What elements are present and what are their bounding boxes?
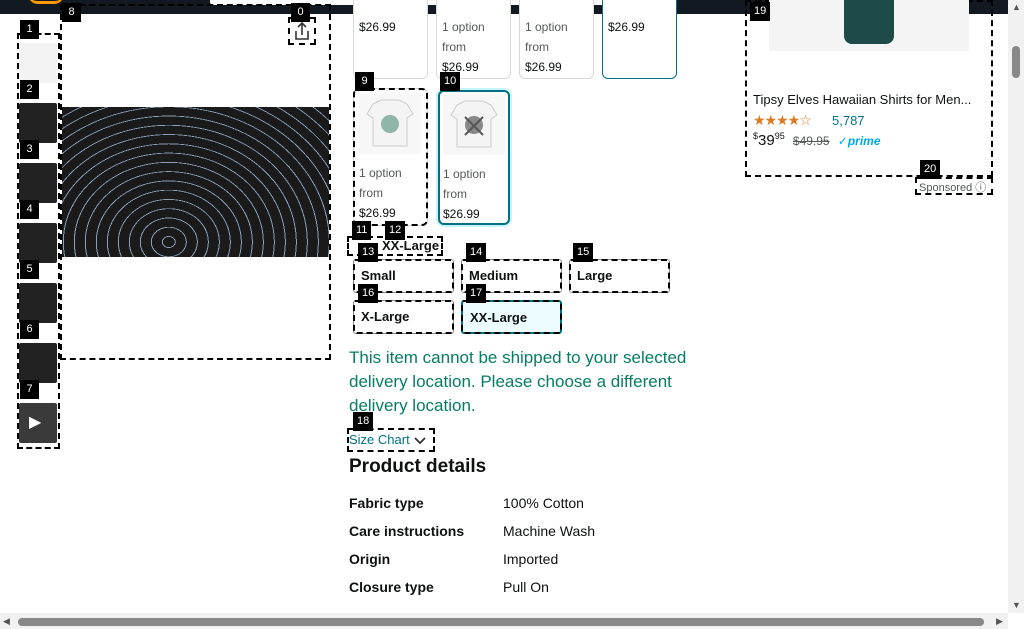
- style-image: [359, 94, 421, 154]
- label-tag: 6: [20, 320, 39, 339]
- rating-count[interactable]: 5,787: [832, 113, 865, 128]
- selected-size-value: XX-Large: [382, 238, 440, 253]
- sponsored-ad-card[interactable]: Tipsy Elves Hawaiian Shirts for Men... ★…: [745, 0, 993, 177]
- product-photo: [62, 107, 329, 257]
- label-tag: 18: [353, 412, 374, 431]
- label-tag: 9: [355, 72, 374, 91]
- style-tile[interactable]: $26.99: [353, 0, 428, 79]
- label-tag: 8: [62, 3, 81, 22]
- ad-product-title[interactable]: Tipsy Elves Hawaiian Shirts for Men...: [753, 92, 987, 107]
- scroll-right-icon[interactable]: ▶: [996, 616, 1003, 627]
- scroll-down-icon[interactable]: ▼: [1012, 600, 1021, 610]
- label-tag: 20: [920, 160, 941, 179]
- product-details-title: Product details: [349, 456, 487, 477]
- sponsored-label[interactable]: Sponsored ⓘ: [915, 177, 993, 195]
- horizontal-scroll-thumb[interactable]: [18, 618, 984, 626]
- rating-stars-icon: ★★★★☆: [753, 112, 812, 128]
- main-product-image[interactable]: [60, 4, 331, 360]
- label-tag: 19: [750, 2, 771, 21]
- vertical-scroll-thumb[interactable]: [1012, 46, 1020, 78]
- style-tile[interactable]: $26.99: [602, 0, 677, 79]
- scroll-up-icon[interactable]: ▲: [1012, 2, 1021, 12]
- vertical-scrollbar[interactable]: ▲ ▼: [1008, 0, 1024, 613]
- horizontal-scrollbar[interactable]: ◀ ▶: [0, 613, 1008, 629]
- label-tag: 17: [466, 284, 487, 303]
- style-image: [443, 95, 505, 155]
- scroll-left-icon[interactable]: ◀: [3, 616, 10, 627]
- amazon-logo[interactable]: [28, 0, 64, 4]
- label-tag: 15: [573, 243, 594, 262]
- label-tag: 3: [20, 140, 39, 159]
- label-tag: 10: [440, 72, 461, 91]
- play-icon: ▶: [29, 414, 42, 431]
- thumbnail-video[interactable]: ▶: [17, 393, 60, 451]
- label-tag: 11: [352, 221, 372, 240]
- label-tag: 13: [358, 243, 379, 262]
- shipping-warning: This item cannot be shipped to your sele…: [349, 348, 687, 415]
- label-tag: 12: [385, 221, 406, 240]
- label-tag: 2: [20, 80, 39, 99]
- ad-price: $3995 $49.95 ✓prime: [753, 131, 881, 149]
- label-tag: 0: [291, 3, 310, 22]
- size-option-large[interactable]: Large: [569, 259, 670, 293]
- size-chart-link[interactable]: Size Chart: [347, 428, 435, 452]
- prime-badge: ✓prime: [837, 134, 881, 148]
- label-tag: 7: [20, 380, 39, 399]
- style-tile-selected[interactable]: 1 option from $26.99: [438, 90, 510, 225]
- style-tile[interactable]: 1 option from $26.99: [519, 0, 594, 79]
- label-tag: 14: [466, 243, 487, 262]
- label-tag: 16: [358, 284, 379, 303]
- style-tile-skull[interactable]: 1 option from $26.99: [353, 88, 428, 226]
- label-tag: 1: [20, 20, 39, 39]
- style-tile[interactable]: 1 option from $26.99: [436, 0, 511, 79]
- size-option-x-large[interactable]: X-Large: [353, 300, 454, 334]
- size-option-xx-large[interactable]: XX-Large: [461, 300, 562, 334]
- label-tag: 4: [20, 200, 39, 219]
- ad-product-image: [769, 0, 969, 51]
- label-tag: 5: [20, 260, 39, 279]
- chevron-down-icon: [414, 436, 426, 444]
